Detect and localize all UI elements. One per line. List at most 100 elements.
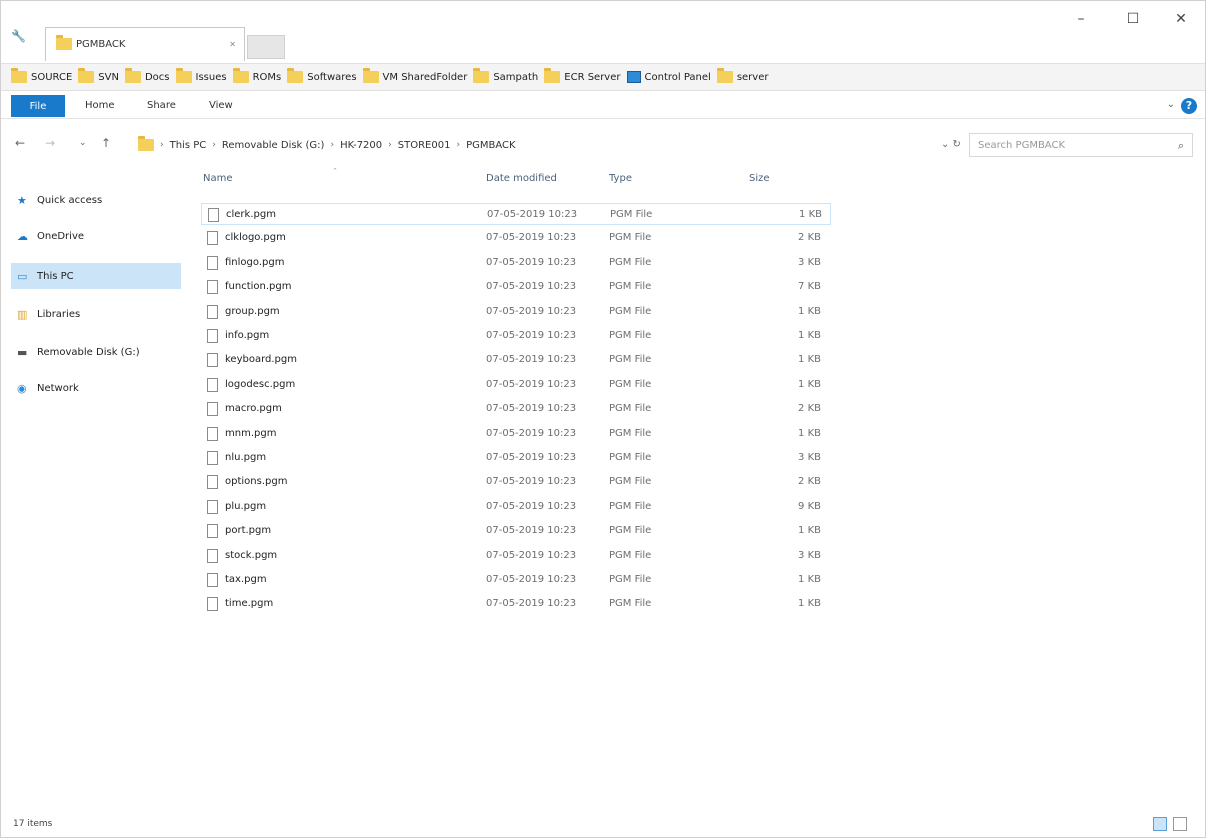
details-view-icon[interactable]	[1153, 817, 1167, 831]
control-panel-icon	[626, 71, 641, 83]
recent-chevron-icon[interactable]: ⌄	[79, 138, 87, 148]
file-name: finlogo.pgm	[225, 256, 285, 268]
column-header-name[interactable]: Name	[203, 173, 233, 184]
file-date: 07-05-2019 10:23	[486, 378, 577, 390]
file-type: PGM File	[609, 500, 652, 512]
favorite-control-panel[interactable]: Control Panel	[626, 71, 711, 83]
file-date: 07-05-2019 10:23	[486, 330, 577, 341]
tab-pgmback[interactable]: PGMBACK ✕	[45, 27, 245, 61]
folder-icon	[716, 68, 733, 83]
file-row[interactable]: keyboard.pgm 07-05-2019 10:23 PGM File 1 KB	[201, 349, 831, 371]
file-row[interactable]: macro.pgm 07-05-2019 10:23 PGM File 2 KB	[201, 398, 831, 420]
search-input[interactable]: Search PGMBACK ⌕	[969, 133, 1193, 157]
maximize-button[interactable]: ☐	[1121, 11, 1145, 27]
file-row[interactable]: mnm.pgm 07-05-2019 10:23 PGM File 1 KB	[201, 423, 831, 445]
file-row[interactable]: stock.pgm 07-05-2019 10:23 PGM File 3 KB	[201, 545, 831, 567]
file-size: 2 KB	[798, 476, 821, 488]
file-row[interactable]: clklogo.pgm 07-05-2019 10:23 PGM File 2 KB	[201, 227, 831, 249]
address-bar[interactable]: › This PC › Removable Disk (G:) › HK-7200 › STO…	[129, 133, 967, 157]
file-row[interactable]: function.pgm 07-05-2019 10:23 PGM File 7 KB	[201, 276, 831, 298]
ribbon-share-tab[interactable]: Share	[147, 100, 176, 111]
file-type: PGM File	[609, 330, 652, 341]
file-date: 07-05-2019 10:23	[486, 403, 577, 415]
chevron-down-icon[interactable]: ⌄	[1167, 99, 1175, 110]
file-icon	[207, 524, 218, 539]
breadcrumb-item[interactable]: PGMBACK	[466, 140, 515, 151]
column-header-type[interactable]: Type	[609, 173, 632, 184]
breadcrumb-separator-icon[interactable]: ›	[456, 140, 460, 150]
file-type: PGM File	[609, 574, 652, 585]
nav-item-libraries[interactable]: ▥ Libraries	[11, 301, 181, 327]
file-row[interactable]: finlogo.pgm 07-05-2019 10:23 PGM File 3 KB	[201, 252, 831, 274]
breadcrumb-separator-icon[interactable]: ›	[388, 140, 392, 150]
breadcrumb-item[interactable]: STORE001	[398, 140, 451, 151]
favorite-docs[interactable]: Docs	[124, 68, 170, 83]
file-name: nlu.pgm	[225, 452, 267, 463]
file-name: macro.pgm	[225, 403, 282, 415]
file-row[interactable]: port.pgm 07-05-2019 10:23 PGM File 1 KB	[201, 520, 831, 542]
favorite-label: Control Panel	[644, 71, 711, 83]
file-row[interactable]: info.pgm 07-05-2019 10:23 PGM File 1 KB	[201, 325, 831, 347]
wrench-icon[interactable]: 🔧	[11, 29, 26, 43]
file-name: logodesc.pgm	[225, 378, 296, 390]
file-row[interactable]: tax.pgm 07-05-2019 10:23 PGM File 1 KB	[201, 569, 831, 591]
breadcrumb-item[interactable]: This PC	[170, 140, 207, 151]
file-type: PGM File	[609, 403, 652, 415]
column-header-size[interactable]: Size	[749, 173, 770, 184]
breadcrumb-separator-icon[interactable]: ›	[212, 140, 216, 150]
favorite-label: ECR Server	[564, 71, 621, 83]
file-row[interactable]: options.pgm 07-05-2019 10:23 PGM File 2 KB	[201, 471, 831, 493]
nav-item-this-pc[interactable]: ▭ This PC	[11, 263, 181, 289]
file-row[interactable]: time.pgm 07-05-2019 10:23 PGM File 1 KB	[201, 593, 831, 615]
file-date: 07-05-2019 10:23	[486, 476, 577, 488]
file-date: 07-05-2019 10:23	[486, 305, 577, 317]
favorite-source[interactable]: SOURCE	[11, 68, 72, 83]
favorite-softwares[interactable]: Softwares	[287, 68, 357, 83]
file-icon	[207, 304, 218, 319]
favorite-label: Docs	[144, 71, 170, 83]
new-tab-button[interactable]	[247, 35, 285, 59]
breadcrumb-item[interactable]: Removable Disk (G:)	[222, 140, 325, 151]
favorite-issues[interactable]: Issues	[175, 68, 227, 83]
nav-item-onedrive[interactable]: ☁ OneDrive	[11, 223, 181, 249]
nav-item-removable-disk-g[interactable]: ▬ Removable Disk (G:)	[11, 339, 181, 365]
back-arrow-icon[interactable]: ←	[15, 136, 25, 150]
large-icons-view-icon[interactable]	[1173, 817, 1187, 831]
file-name: tax.pgm	[225, 574, 267, 585]
search-icon[interactable]: ⌕	[1178, 139, 1184, 153]
nav-item-network[interactable]: ◉ Network	[11, 375, 181, 401]
favorite-ecr-server[interactable]: ECR Server	[544, 68, 621, 83]
file-row[interactable]: nlu.pgm 07-05-2019 10:23 PGM File 3 KB	[201, 447, 831, 469]
breadcrumb-separator-icon[interactable]: ›	[160, 140, 164, 150]
refresh-icon[interactable]: ⌄ ↻	[941, 139, 961, 150]
favorite-vm-sharedfolder[interactable]: VM SharedFolder	[362, 68, 467, 83]
file-row[interactable]: logodesc.pgm 07-05-2019 10:23 PGM File 1 KB	[201, 374, 831, 396]
ribbon-home-tab[interactable]: Home	[85, 100, 115, 111]
breadcrumb-separator-icon[interactable]: ›	[330, 140, 334, 150]
file-date: 07-05-2019 10:23	[486, 427, 577, 439]
close-button[interactable]: ✕	[1169, 11, 1193, 27]
file-size: 3 KB	[798, 549, 821, 561]
file-size: 1 KB	[798, 598, 821, 610]
file-type: PGM File	[609, 549, 652, 561]
minimize-button[interactable]: –	[1069, 11, 1093, 27]
favorite-roms[interactable]: ROMs	[232, 68, 281, 83]
column-header-date[interactable]: Date modified	[486, 173, 557, 184]
up-arrow-icon[interactable]: ↑	[101, 136, 111, 150]
breadcrumb-item[interactable]: HK-7200	[340, 140, 382, 151]
forward-arrow-icon[interactable]: →	[45, 136, 55, 150]
file-row[interactable]: plu.pgm 07-05-2019 10:23 PGM File 9 KB	[201, 496, 831, 518]
file-row[interactable]: clerk.pgm 07-05-2019 10:23 PGM File 1 KB	[201, 203, 831, 225]
file-row[interactable]: group.pgm 07-05-2019 10:23 PGM File 1 KB	[201, 301, 831, 323]
favorite-label: Softwares	[307, 71, 357, 83]
ribbon-file-tab[interactable]: File	[11, 95, 65, 117]
favorite-sampath[interactable]: Sampath	[473, 68, 538, 83]
tab-close-icon[interactable]: ✕	[229, 40, 236, 49]
favorite-svn[interactable]: SVN	[78, 68, 119, 83]
favorite-server[interactable]: server	[716, 68, 768, 83]
file-name: info.pgm	[225, 330, 270, 341]
nav-item-quick-access[interactable]: ★ Quick access	[11, 187, 181, 213]
ribbon-view-tab[interactable]: View	[209, 100, 233, 111]
help-icon[interactable]: ?	[1181, 98, 1197, 114]
file-size: 9 KB	[798, 500, 821, 512]
